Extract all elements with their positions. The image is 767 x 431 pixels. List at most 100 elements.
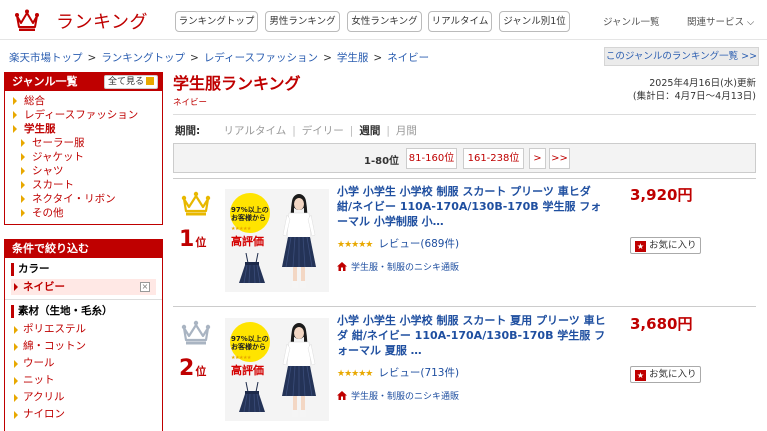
rating-stars-icon: ★★★★★ [337,240,373,250]
period-option[interactable]: デイリー [302,125,344,137]
period-separator: | [386,125,390,137]
breadcrumb-ranking-top[interactable]: ランキングトップ [101,52,185,64]
updated-date: 2025年4月16日(水)更新 [649,78,756,89]
pagination-next[interactable]: > [529,148,546,169]
filter-color-selected-label: ネイビー [23,281,65,293]
triangle-bullet-icon [21,181,25,189]
triangle-bullet-icon [14,359,18,368]
model-image [282,194,316,288]
genre-item[interactable]: セーラー服 [5,136,162,150]
review-count-link[interactable]: レビュー(713件) [378,367,459,379]
remove-filter-icon[interactable]: × [140,282,150,292]
triangle-bullet-icon [13,97,17,105]
genre-item-label: レディースファッション [24,109,139,121]
genre-item-label: スカート [32,179,74,191]
triangle-bullet-icon [14,283,18,291]
shop-name-link[interactable]: 学生服・制服のニシキ通販 [351,263,459,273]
breadcrumb-separator: > [87,52,97,64]
filter-title: 条件で絞り込む [12,242,89,255]
product-title-link[interactable]: 小学 小学生 小学校 制服 スカート プリーツ 車ヒダ 紺/ネイビー 110A-… [337,184,609,229]
breadcrumb-separator: > [190,52,199,64]
pagination-page-2[interactable]: 81-160位 [406,148,457,169]
pagination-last[interactable]: >> [549,148,570,169]
filter-material-item[interactable]: ナイロン [11,406,156,423]
breadcrumb-separator: > [373,52,383,64]
nav-ranking-top-button[interactable]: ランキングトップ [175,11,258,32]
filter-material-item[interactable]: ウール [11,355,156,372]
nav-realtime-button[interactable]: リアルタイム [428,11,492,32]
skirt-image [239,253,265,283]
genre-item[interactable]: 学生服 [5,122,162,136]
nav-related-services-link[interactable]: 関連サービス ⌵ [687,14,754,28]
nav-genre-list-link[interactable]: ジャンル一覧 [603,14,660,28]
triangle-bullet-icon [21,209,25,217]
breadcrumb-school-uniform[interactable]: 学生服 [337,52,369,64]
period-option[interactable]: リアルタイム [224,125,287,137]
genre-item[interactable]: シャツ [5,164,162,178]
page-subtitle: ネイビー [173,98,208,108]
triangle-bullet-icon [13,125,17,133]
material-list: ポリエステル綿・コットンウール ニット アクリル ナイロン [11,321,156,423]
filter-material-item[interactable]: アクリル [11,389,156,406]
breadcrumb-rakuten-top[interactable]: 楽天市場トップ [9,52,83,64]
update-info: 2025年4月16日(水)更新 (集計日：4月7日〜4月13日) [633,77,756,103]
breadcrumb-navy[interactable]: ネイビー [387,52,429,64]
crown-logo-icon[interactable] [14,8,40,32]
triangle-bullet-icon [14,393,18,402]
filter-color-selected[interactable]: ネイビー × [11,279,156,295]
shop-info: 学生服・制服のニシキ通販 [337,260,459,273]
product-price: 3,920円 [630,186,693,204]
rank-crown-icon [181,320,211,345]
rank-number: 2位 [179,356,206,381]
nav-men-ranking-button[interactable]: 男性ランキング [265,11,340,32]
divider [173,306,756,307]
filter-material-item[interactable]: ニット [11,372,156,389]
header: ランキング ランキングトップ 男性ランキング 女性ランキング リアルタイム ジャ… [0,0,767,40]
product-price: 3,680円 [630,315,693,333]
pagination: 1-80位 81-160位 161-238位 > >> [173,143,756,173]
pagination-page-3[interactable]: 161-238位 [463,148,524,169]
breadcrumb-ladies-fashion[interactable]: レディースファッション [204,52,318,64]
genre-item-label: ネクタイ・リボン [32,193,116,205]
product-title-link[interactable]: 小学 小学生 小学校 制服 スカート 夏用 プリーツ 車ヒダ 紺/ネイビー 11… [337,313,609,358]
shop-name-link[interactable]: 学生服・制服のニシキ通販 [351,392,459,402]
filter-divider [5,299,162,300]
filter-material-label: 綿・コットン [23,340,86,352]
genre-item[interactable]: スカート [5,178,162,192]
add-to-favorites-button[interactable]: ★ お気に入り [630,366,701,383]
genre-item[interactable]: レディースファッション [5,108,162,122]
genre-item[interactable]: ネクタイ・リボン [5,192,162,206]
skirt-image [239,382,265,412]
filter-material-item[interactable]: 綿・コットン [11,338,156,355]
period-option[interactable]: 週間 [359,125,380,137]
see-all-button[interactable]: 全て見る [103,75,158,89]
logo-text[interactable]: ランキング [56,8,148,34]
badge-main-text: 高評価 [231,235,264,248]
period-option[interactable]: 月間 [396,125,417,137]
filter-color-section: カラー ネイビー × 素材（生地・毛糸） ポリエステル 綿・コットン ウール ニットア… [5,263,162,423]
nav-women-ranking-button[interactable]: 女性ランキング [347,11,422,32]
rating-stars-icon: ★★★★★ [337,369,373,379]
rank-unit: 位 [195,236,207,249]
genre-item-label: ジャケット [32,151,84,163]
rank-crown-icon [181,191,211,216]
badge-top-text: 97%以上の お客様から [231,335,269,351]
triangle-bullet-icon [21,195,25,203]
genre-item[interactable]: その他 [5,206,162,220]
star-icon: ★ [635,370,646,381]
genre-item[interactable]: 総合 [5,94,162,108]
review-count-link[interactable]: レビュー(689件) [378,238,459,250]
genre-item-label: 学生服 [24,123,56,135]
genre-ranking-list-link[interactable]: このジャンルのランキング一覧 >> [604,47,759,66]
filter-material-item[interactable]: ポリエステル [11,321,156,338]
nav-genre-first-button[interactable]: ジャンル別1位 [499,11,570,32]
triangle-bullet-icon [21,139,25,147]
shop-home-icon [337,262,347,271]
add-to-favorites-button[interactable]: ★ お気に入り [630,237,701,254]
product-image[interactable]: 97%以上の お客様から ★★★★★ 高評価 [225,318,329,421]
rank-value: 2 [179,356,195,381]
triangle-bullet-icon [21,153,25,161]
divider [173,114,756,115]
genre-item[interactable]: ジャケット [5,150,162,164]
product-image[interactable]: 97%以上の お客様から ★★★★★ 高評価 [225,189,329,292]
